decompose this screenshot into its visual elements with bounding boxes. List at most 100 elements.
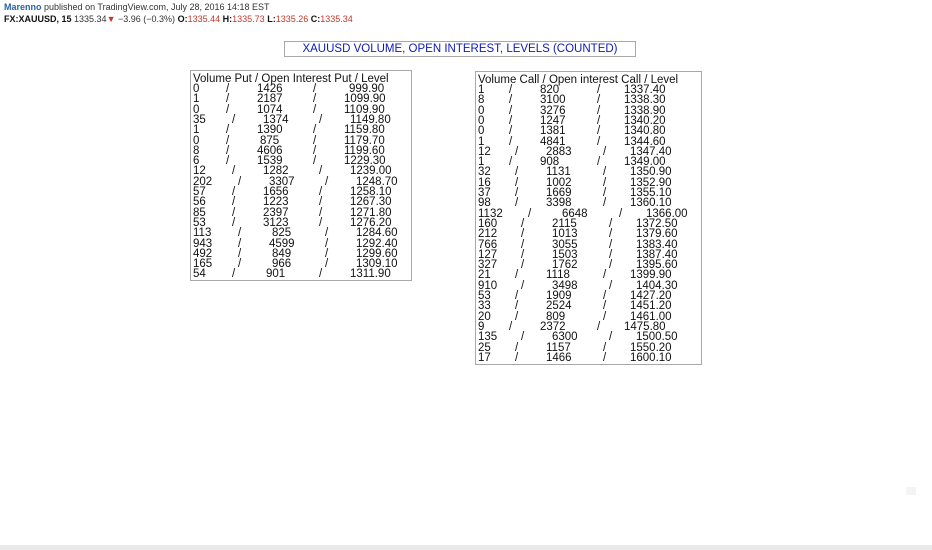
chart-title-box: XAUUSD VOLUME, OPEN INTEREST, LEVELS (CO… <box>284 41 636 57</box>
separator: / <box>603 197 607 210</box>
volume-cell: 1 <box>193 124 200 137</box>
level-cell: 1379.60 <box>636 228 678 241</box>
separator: / <box>226 103 230 116</box>
open-interest-cell: 1381 <box>540 125 566 138</box>
separator: / <box>609 331 613 344</box>
calls-row: 17 / 1466 / 1600.10 <box>476 351 701 364</box>
volume-cell: 113 <box>193 227 212 240</box>
open-interest-cell: 825 <box>272 227 292 240</box>
calls-row: 33/2524/1451.20 <box>476 300 701 312</box>
call-levels-table: Volume Call / Open interest Call / Level… <box>475 71 702 365</box>
separator: / <box>597 125 601 138</box>
separator: / <box>509 125 513 138</box>
calls-row: 212 / 1013 / 1379.60 <box>476 228 701 241</box>
separator: / <box>313 155 317 168</box>
separator: / <box>226 124 230 137</box>
open-value: 1335.44 <box>187 14 221 24</box>
separator: / <box>232 216 236 229</box>
separator: / <box>603 310 607 323</box>
separator: / <box>325 175 329 188</box>
open-interest-cell: 1466 <box>546 351 572 364</box>
separator: / <box>319 216 323 229</box>
separator: / <box>521 331 525 344</box>
calls-row: 25/1157/1550.20 <box>476 342 701 354</box>
corner-artifact <box>906 487 916 495</box>
low-value: 1335.26 <box>275 14 309 24</box>
separator: / <box>515 145 519 158</box>
separator: / <box>232 165 236 178</box>
open-interest-cell: 1390 <box>257 124 283 137</box>
separator: / <box>597 156 601 169</box>
calls-row: 21/1118/1399.90 <box>476 269 701 282</box>
level-cell: 1600.10 <box>630 351 672 364</box>
separator: / <box>521 228 525 241</box>
separator: / <box>597 135 601 148</box>
separator: / <box>313 124 317 137</box>
calls-row: 8/3100/1338.30 <box>476 94 701 106</box>
calls-row: 0 / 1381 / 1340.80 <box>476 125 701 138</box>
open-label: O: <box>177 14 188 24</box>
separator: / <box>238 227 242 240</box>
high-label: H: <box>222 14 233 24</box>
calls-row: 32/1131/1350.90 <box>476 166 701 178</box>
separator: / <box>238 175 242 188</box>
separator: / <box>603 145 607 158</box>
separator: / <box>597 320 601 333</box>
separator: / <box>515 310 519 323</box>
puts-row: 0/875/1179.70 <box>191 135 411 147</box>
separator: / <box>521 279 525 292</box>
calls-row: 1/4841/1344.60 <box>476 135 701 148</box>
open-interest-cell: 6300 <box>552 331 578 344</box>
puts-row: 943/4599/1292.40 <box>191 238 411 250</box>
calls-row: 135 / 6300 / 1500.50 <box>476 331 701 344</box>
separator: / <box>325 258 329 271</box>
volume-cell: 54 <box>193 268 206 281</box>
level-cell: 1284.60 <box>356 227 398 240</box>
close-value: 1335.34 <box>320 14 353 24</box>
level-cell: 1311.90 <box>350 268 391 281</box>
separator: / <box>313 103 317 116</box>
down-arrow-icon: ▼ <box>106 14 116 24</box>
puts-row: 1 / 1390 / 1159.80 <box>191 124 411 137</box>
publish-info: Marenno published on TradingView.com, Ju… <box>4 2 270 12</box>
separator: / <box>232 113 236 126</box>
separator: / <box>509 320 513 333</box>
volume-cell: 135 <box>478 331 498 344</box>
level-cell: 1159.80 <box>344 124 385 137</box>
separator: / <box>609 228 613 241</box>
low-label: L: <box>267 14 276 24</box>
publish-text: published on TradingView.com, July 28, 2… <box>44 2 270 12</box>
separator: / <box>515 351 519 364</box>
puts-row: 12/1282/1239.00 <box>191 165 411 178</box>
volume-cell: 212 <box>478 228 498 241</box>
close-label: C: <box>310 14 321 24</box>
level-cell: 1500.50 <box>636 331 678 344</box>
separator: / <box>325 227 329 240</box>
calls-row: 98/3398/1360.10 <box>476 197 701 210</box>
calls-row: 766/3055/1383.40 <box>476 239 701 251</box>
level-cell: 1340.80 <box>624 125 666 138</box>
symbol-label[interactable]: FX:XAUUSD, 15 <box>4 14 72 24</box>
separator: / <box>319 268 323 281</box>
puts-row: 54 / 901 / 1311.90 <box>191 268 411 281</box>
last-price: 1335.34 <box>74 14 107 24</box>
separator: / <box>609 279 613 292</box>
separator: / <box>509 135 513 148</box>
symbol-info-bar: FX:XAUUSD, 15 1335.34▼ −3.96 (−0.3%) O:1… <box>4 14 353 24</box>
separator: / <box>232 268 236 281</box>
price-change: −3.96 (−0.3%) <box>118 14 176 24</box>
separator: / <box>609 259 613 272</box>
open-interest-cell: 901 <box>266 268 286 281</box>
separator: / <box>515 269 519 282</box>
separator: / <box>528 207 532 220</box>
separator: / <box>619 207 623 220</box>
puts-row: 1/2187/1099.90 <box>191 93 411 105</box>
bottom-bar <box>0 545 932 550</box>
separator: / <box>226 155 230 168</box>
separator: / <box>238 258 242 271</box>
high-value: 1335.73 <box>232 14 265 24</box>
separator: / <box>521 259 525 272</box>
volume-cell: 17 <box>478 351 491 364</box>
author-link[interactable]: Marenno <box>4 2 42 12</box>
separator: / <box>509 156 513 169</box>
